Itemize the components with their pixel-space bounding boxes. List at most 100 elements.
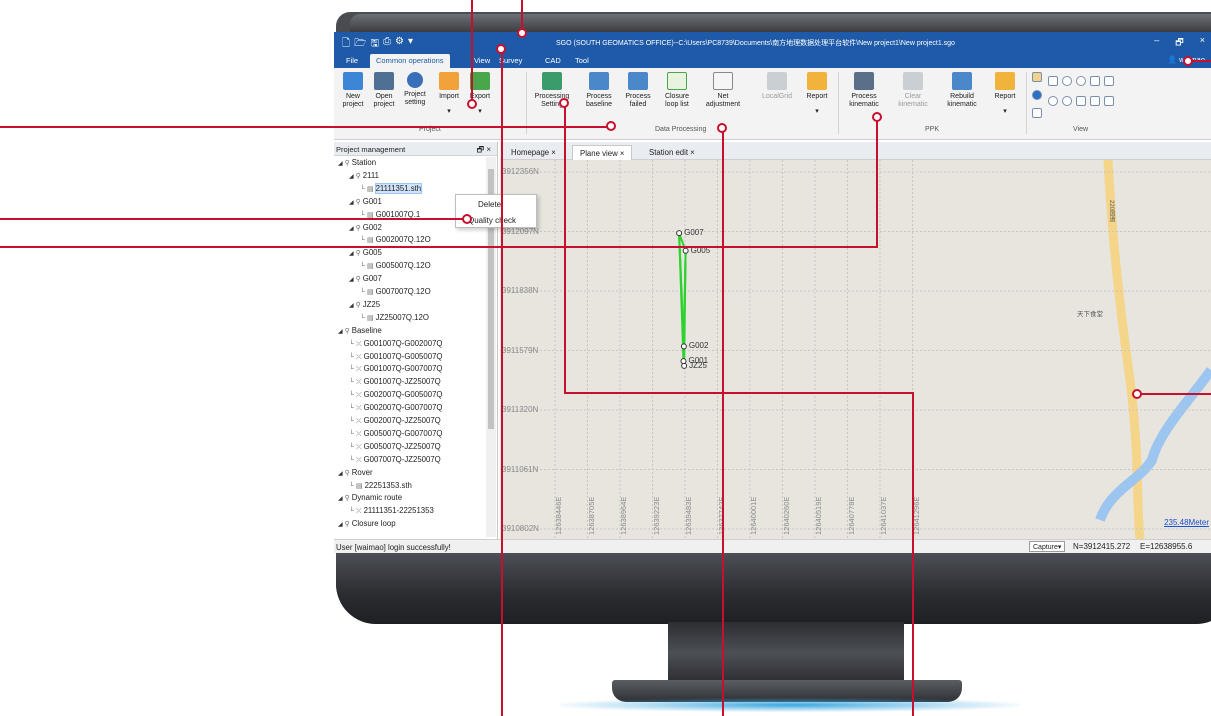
tree-item[interactable]: ◢ ⚲ Dynamic route [338, 492, 402, 505]
baseline-icon: ⤫ [355, 379, 362, 387]
closure-loop-list-button[interactable]: Closure loop list [660, 72, 694, 109]
open-project-button[interactable]: Open project [370, 72, 398, 109]
close-button[interactable]: × [1200, 35, 1205, 51]
zoom-in-icon[interactable] [1062, 76, 1072, 86]
import-button[interactable]: Import ▾ [434, 72, 464, 116]
minimize-button[interactable]: – [1154, 35, 1159, 51]
project-setting-button[interactable]: Project setting [400, 72, 430, 107]
baseline-icon: ⤫ [355, 456, 362, 464]
tree-item[interactable]: ◢ ⚲ Rover [338, 467, 373, 480]
view-panel-icon[interactable] [1032, 72, 1042, 82]
zoom-window-icon[interactable] [1104, 76, 1114, 86]
info-icon[interactable] [1032, 90, 1042, 100]
expand-toggle-icon[interactable]: ◢ [349, 277, 354, 283]
tree-item-label: G001 [362, 196, 382, 206]
panel-controls[interactable]: 🗗 × [477, 144, 491, 158]
net-adjustment-button[interactable]: Net adjustment [702, 72, 744, 109]
tree-item[interactable]: └ ⤫ 21111351-22251353 [349, 505, 434, 518]
tree-item[interactable]: └ ▤ 22251353.sth [349, 480, 412, 493]
tree-item[interactable]: └ ⤫ G002007Q-G005007Q [349, 389, 442, 402]
view-table-icon[interactable] [1032, 108, 1042, 118]
tree-item[interactable]: └ ▤ JZ25007Q.12O [360, 312, 429, 325]
process-kinematic-button[interactable]: Process kinematic [844, 72, 884, 109]
gear-icon[interactable]: ⚙ [395, 36, 404, 53]
menu-tab-common-operations[interactable]: Common operations [370, 54, 450, 68]
layer-icon[interactable] [1104, 96, 1114, 106]
tab-plane-view[interactable]: Plane view × [572, 145, 633, 160]
tree-item[interactable]: └ ▤ G005007Q.12O [360, 260, 431, 273]
tree-item[interactable]: ◢ ⚲ G002 [349, 222, 382, 235]
tree-item[interactable]: └ ⤫ G001007Q-JZ25007Q [349, 376, 441, 389]
tree-item[interactable]: ◢ ⚲ G007 [349, 273, 382, 286]
process-baseline-button[interactable]: Process baseline [582, 72, 616, 109]
plane-view-map[interactable]: 220国道 天下食堂 235.48Meter 3912356N 3912097N 3… [500, 160, 1211, 539]
tree-item[interactable]: ◢ ⚲ 2111 [349, 170, 379, 183]
open-folder-icon[interactable]: 🗁 [354, 36, 366, 53]
station-point[interactable] [682, 247, 689, 254]
tree-item[interactable]: └ ⤫ G002007Q-G007007Q [349, 402, 442, 415]
callout-marker [467, 99, 477, 109]
expand-toggle-icon[interactable]: ◢ [338, 471, 343, 477]
tab-station-edit[interactable]: Station edit × [642, 145, 702, 160]
localgrid-button[interactable]: LocalGrid [758, 72, 796, 101]
menu-tab-cad[interactable]: CAD [539, 54, 567, 68]
station-point[interactable] [681, 362, 688, 369]
tree-item[interactable]: ◢ ⚲ Closure loop [338, 518, 396, 531]
process-failed-button[interactable]: Process failed [622, 72, 654, 109]
ppk-report-button[interactable]: Report ▾ [990, 72, 1020, 116]
tree-item[interactable]: ◢ ⚲ JZ25 [349, 299, 380, 312]
report-button[interactable]: Report ▾ [802, 72, 832, 116]
expand-toggle-icon[interactable]: ◢ [349, 174, 354, 180]
tree-item[interactable]: └ ⤫ G005007Q-JZ25007Q [349, 441, 441, 454]
expand-toggle-icon[interactable]: ◢ [349, 303, 354, 309]
menu-tab-survey[interactable]: Survey [493, 54, 528, 68]
expand-toggle-icon[interactable]: ◢ [349, 226, 354, 232]
dropdown-icon[interactable]: ▾ [408, 36, 413, 53]
station-point[interactable] [676, 230, 683, 237]
save-icon[interactable]: 🖫 [370, 36, 379, 53]
expand-toggle-icon[interactable]: ◢ [338, 161, 343, 167]
zoom-out-icon[interactable] [1076, 76, 1086, 86]
tab-homepage[interactable]: Homepage × [504, 145, 563, 160]
tree-item[interactable]: ◢ ⚲ G005 [349, 247, 382, 260]
print-icon[interactable]: ⎙ [383, 36, 391, 53]
tree-item[interactable]: └ ▤ G007007Q.12O [360, 286, 431, 299]
new-project-button[interactable]: New project [340, 72, 366, 109]
context-menu-delete[interactable]: Delete [456, 196, 536, 212]
tree-item[interactable]: └ ▤ 21111351.sth [360, 182, 423, 196]
expand-toggle-icon[interactable]: ◢ [338, 522, 343, 528]
baseline-icon: ⤫ [355, 405, 362, 413]
map-canvas[interactable] [500, 160, 1211, 539]
tree-item[interactable]: ◢ ⚲ Baseline [338, 325, 382, 338]
restore-button[interactable]: 🗗 [1175, 35, 1183, 51]
new-file-icon[interactable]: 🗋 [342, 36, 350, 53]
menu-tab-file[interactable]: File [340, 54, 364, 68]
clear-kinematic-button[interactable]: Clear kinematic [894, 72, 932, 109]
undo-icon[interactable] [1048, 96, 1058, 106]
tree-item[interactable]: └ ⤫ G001007Q-G002007Q [349, 338, 442, 351]
tree-item[interactable]: └ ⤫ G001007Q-G005007Q [349, 351, 442, 364]
tree-item[interactable]: └ ⤫ G007007Q-JZ25007Q [349, 454, 441, 467]
text-icon[interactable] [1076, 96, 1086, 106]
expand-toggle-icon[interactable]: ◢ [349, 200, 354, 206]
expand-toggle-icon[interactable]: ◢ [349, 251, 354, 257]
measure-icon[interactable] [1090, 96, 1100, 106]
import-label: Import [439, 93, 459, 100]
menu-tab-tool[interactable]: Tool [569, 54, 595, 68]
tree-item-label: G001007Q-G007007Q [363, 364, 443, 374]
rebuild-kinematic-button[interactable]: Rebuild kinematic [942, 72, 982, 109]
tree-item[interactable]: └ ⤫ G001007Q-G007007Q [349, 363, 442, 376]
station-point[interactable] [680, 358, 687, 365]
tree-item[interactable]: └ ⤫ G002007Q-JZ25007Q [349, 415, 441, 428]
expand-toggle-icon[interactable]: ◢ [338, 329, 343, 335]
zoom-extent-icon[interactable] [1090, 76, 1100, 86]
pan-icon[interactable] [1048, 76, 1058, 86]
station-point[interactable] [680, 343, 687, 350]
capture-dropdown[interactable]: Capture▾ [1029, 541, 1066, 552]
expand-toggle-icon[interactable]: ◢ [338, 496, 343, 502]
tree-item[interactable]: ◢ ⚲ Station [338, 157, 376, 170]
tree-item[interactable]: └ ⤫ G005007Q-G007007Q [349, 428, 442, 441]
tree-item[interactable]: ◢ ⚲ G001 [349, 196, 382, 209]
redo-icon[interactable] [1062, 96, 1072, 106]
callout-marker [517, 28, 527, 38]
